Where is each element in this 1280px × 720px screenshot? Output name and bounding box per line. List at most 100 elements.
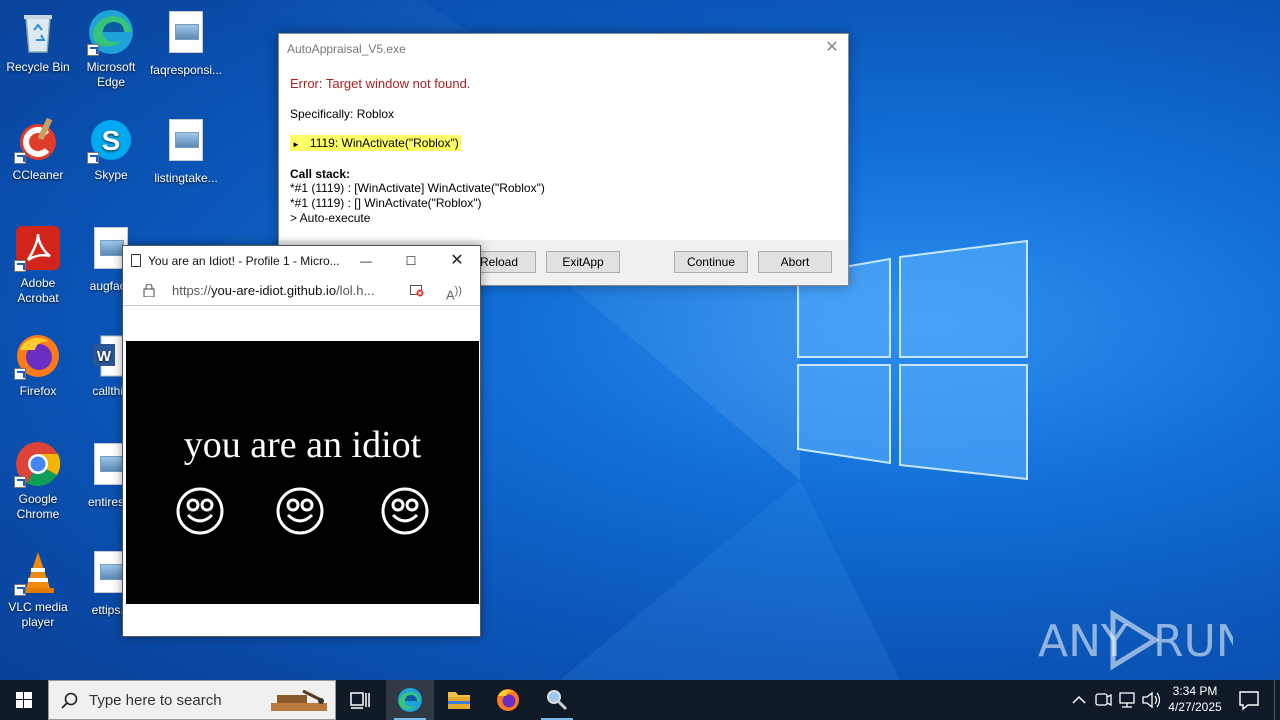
error-message: Error: Target window not found. — [290, 76, 471, 91]
folder-icon — [448, 692, 470, 709]
dialog-title: AutoAppraisal_V5.exe — [287, 42, 406, 56]
desktop-icon-listingtake[interactable]: listingtake... — [148, 116, 224, 186]
show-desktop-button[interactable] — [1274, 680, 1280, 720]
taskbar-clock[interactable]: 3:34 PM 4/27/2025 — [1160, 683, 1230, 715]
taskbar-search-box[interactable]: Type here to search — [48, 680, 336, 720]
adobe-acrobat-icon — [14, 224, 62, 272]
clock-time: 3:34 PM — [1172, 684, 1218, 698]
page-icon — [131, 254, 141, 267]
taskbar: Type here to search 3:34 PM 4/27/2025 — [0, 680, 1280, 720]
tray-volume[interactable] — [1140, 680, 1162, 720]
search-placeholder: Type here to search — [89, 692, 222, 709]
desktop-icon-recycle-bin[interactable]: Recycle Bin — [0, 8, 76, 75]
close-icon[interactable]: ✕ — [434, 246, 480, 276]
desktop-icon-label: listingtake... — [154, 171, 218, 185]
show-hidden-icons[interactable] — [1068, 680, 1090, 720]
volume-icon — [1142, 691, 1161, 709]
network-icon — [1119, 692, 1135, 708]
maximize-icon[interactable]: ☐ — [388, 246, 434, 276]
shortcut-arrow-icon — [87, 44, 99, 56]
arrow-right-icon: ► — [292, 140, 300, 149]
browser-title-bar: You are an Idiot! - Profile 1 - Micro...… — [123, 246, 480, 276]
shortcut-arrow-icon — [87, 152, 99, 164]
address-bar[interactable]: https://you-are-idiot.github.io/lol.h...… — [123, 276, 480, 306]
notification-icon — [1239, 691, 1259, 711]
chrome-icon — [14, 440, 62, 488]
watermark-run: RUN — [1153, 616, 1233, 667]
desktop-icon-label: VLC media player — [8, 600, 68, 629]
abort-button[interactable]: Abort — [758, 251, 832, 273]
vlc-cone-icon — [14, 548, 62, 596]
tray-network[interactable] — [1116, 680, 1138, 720]
desktop-icon-label: Skype — [94, 168, 128, 182]
smiley-icon — [381, 487, 429, 535]
callstack-line: > Auto-execute — [290, 211, 371, 225]
recycle-bin-icon — [14, 8, 62, 56]
minimize-icon[interactable]: — — [343, 246, 389, 276]
start-button[interactable] — [0, 680, 48, 720]
task-view-button[interactable] — [336, 680, 384, 720]
desktop-icon-faqresponsi[interactable]: faqresponsi... — [148, 8, 224, 78]
page-heading: you are an idiot — [183, 424, 422, 466]
desktop-icon-microsoft-edge[interactable]: Microsoft Edge — [73, 8, 149, 90]
windows-start-icon — [16, 692, 32, 708]
url-text: https://you-are-idiot.github.io/lol.h... — [172, 276, 402, 306]
task-view-icon — [350, 692, 370, 709]
url-scheme: https:// — [172, 283, 212, 298]
desktop-icon-adobe-acrobat[interactable]: Adobe Acrobat — [0, 224, 76, 306]
browser-window-title: You are an Idiot! - Profile 1 - Micro... — [148, 254, 340, 268]
desktop-icon-label: Microsoft Edge — [86, 60, 136, 89]
magnifier-icon — [547, 690, 568, 711]
svg-text:W: W — [97, 348, 112, 365]
desktop-icon-skype[interactable]: S Skype — [73, 116, 149, 183]
url-host: you-are-idiot.github.io — [211, 283, 337, 298]
close-icon[interactable]: ✕ — [824, 40, 840, 56]
image-file-icon — [162, 119, 210, 167]
desktop-icon-vlc[interactable]: VLC media player — [0, 548, 76, 630]
callstack-line: *#1 (1119) : [WinActivate] WinActivate("… — [290, 181, 545, 195]
desktop-icon-firefox[interactable]: Firefox — [0, 332, 76, 399]
callstack-line: *#1 (1119) : [] WinActivate("Roblox") — [290, 196, 482, 210]
shortcut-arrow-icon — [14, 476, 26, 488]
highlighted-line: ► 1119: WinActivate("Roblox") — [290, 135, 461, 151]
desktop-icon-google-chrome[interactable]: Google Chrome — [0, 440, 76, 522]
search-icon — [61, 692, 78, 709]
desktop-icon-label: Google Chrome — [16, 492, 60, 521]
taskbar-firefox-button[interactable] — [484, 680, 532, 720]
lock-icon — [143, 284, 155, 297]
chevron-up-icon — [1072, 695, 1086, 704]
smiley-icon — [276, 487, 324, 535]
firefox-icon — [14, 332, 62, 380]
meet-now-icon — [1095, 693, 1112, 707]
search-highlight-image — [271, 689, 327, 711]
shortcut-arrow-icon — [14, 152, 26, 164]
svg-text:S: S — [102, 125, 121, 156]
smiley-icon — [176, 487, 224, 535]
shortcut-arrow-icon — [14, 584, 26, 596]
edge-icon — [87, 8, 135, 56]
clock-date: 4/27/2025 — [1168, 700, 1222, 714]
continue-button[interactable]: Continue — [674, 251, 748, 273]
skype-icon: S — [87, 116, 135, 164]
tray-meet-now[interactable] — [1092, 680, 1114, 720]
desktop-icon-ccleaner[interactable]: CCleaner — [0, 116, 76, 183]
blocked-popup-icon[interactable] — [410, 284, 424, 297]
page-content: you are an idiot — [126, 341, 479, 604]
action-center-button[interactable] — [1234, 680, 1264, 720]
exitapp-button[interactable]: ExitApp — [546, 251, 620, 273]
read-aloud-icon[interactable]: A)) — [446, 276, 462, 310]
edge-icon — [398, 688, 422, 712]
error-specifically: Specifically: Roblox — [290, 107, 395, 121]
callstack-title: Call stack: — [290, 167, 351, 181]
taskbar-edge-button[interactable] — [386, 680, 434, 720]
url-path: /lol.h... — [336, 283, 375, 298]
highlighted-line-text: 1119: WinActivate("Roblox") — [309, 136, 459, 150]
firefox-icon — [497, 689, 519, 711]
shortcut-arrow-icon — [14, 368, 26, 380]
desktop-icon-label: CCleaner — [12, 168, 64, 182]
ccleaner-icon — [14, 116, 62, 164]
desktop-icon-label: faqresponsi... — [149, 63, 223, 77]
taskbar-file-explorer-button[interactable] — [435, 680, 483, 720]
taskbar-autohotkey-button[interactable] — [533, 680, 581, 720]
browser-popup-window: You are an Idiot! - Profile 1 - Micro...… — [122, 245, 481, 637]
